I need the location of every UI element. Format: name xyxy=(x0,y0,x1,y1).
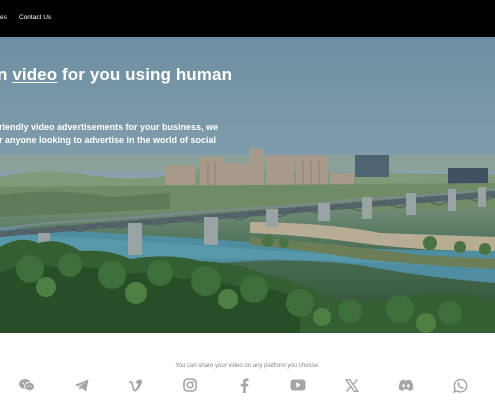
discord-icon[interactable] xyxy=(395,372,417,398)
nav-link-partial[interactable]: es xyxy=(0,14,7,21)
whatsapp-icon[interactable] xyxy=(449,372,471,398)
hero-title-highlight: video xyxy=(12,65,58,84)
share-platforms-text: You can share your video on any platform… xyxy=(175,363,320,369)
hero-title-before: n xyxy=(0,65,8,84)
nav-link-contact-us[interactable]: Contact Us xyxy=(19,14,51,21)
youtube-icon[interactable] xyxy=(287,372,309,398)
instagram-icon[interactable] xyxy=(179,372,201,398)
x-icon[interactable] xyxy=(341,372,363,398)
hero-title: n video for you using human xyxy=(0,65,232,85)
vimeo-icon[interactable] xyxy=(124,372,146,398)
hero-description-line-1: riendly video advertisements for your bu… xyxy=(0,122,219,132)
hero-section: n video for you using human riendly vide… xyxy=(0,37,495,333)
facebook-icon[interactable] xyxy=(233,372,255,398)
hero-title-after: for you using human xyxy=(57,65,233,84)
telegram-icon[interactable] xyxy=(70,372,92,398)
top-navigation-bar: es Contact Us xyxy=(0,0,495,37)
hero-description-line-2: r anyone looking to advertise in the wor… xyxy=(0,135,217,145)
wechat-icon[interactable] xyxy=(16,372,38,398)
platform-icons-row xyxy=(0,372,495,398)
